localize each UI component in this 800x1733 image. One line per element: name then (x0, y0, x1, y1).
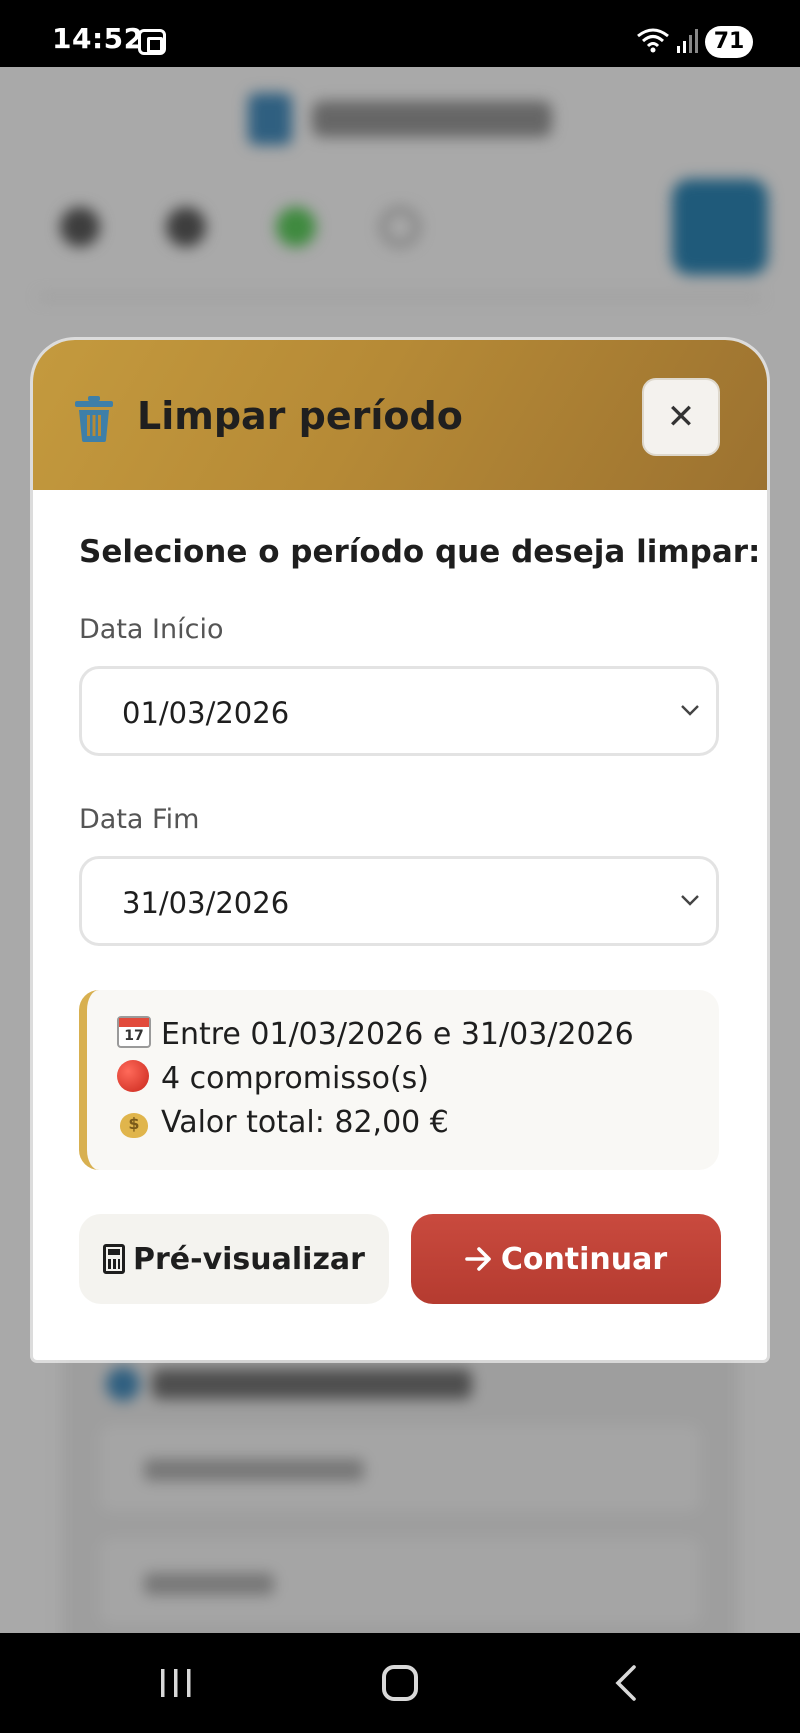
continue-button-label: Continuar (500, 1241, 668, 1277)
summary-count-text: 4 compromisso(s) (161, 1061, 429, 1096)
status-bar: 14:52 71 (0, 0, 800, 67)
arrow-right-icon (465, 1247, 491, 1271)
close-button[interactable]: ✕ (642, 378, 720, 456)
signal-icon (677, 29, 698, 53)
summary-range: Entre 01/03/2026 e 31/03/2026 (117, 1016, 634, 1052)
red-circle-icon (117, 1060, 149, 1092)
home-icon[interactable] (382, 1665, 418, 1701)
trash-icon (75, 396, 113, 442)
clear-period-modal: Limpar período ✕ Selecione o período que… (33, 340, 767, 1360)
chevron-down-icon (681, 705, 699, 716)
add-button-blurred (672, 179, 768, 275)
toolbar-icon (166, 207, 206, 247)
navigation-bar (0, 1633, 800, 1733)
summary-total: Valor total: 82,00 € (117, 1104, 449, 1140)
app-title-blurred (312, 101, 552, 137)
preview-button-label: Pré-visualizar (133, 1241, 365, 1277)
background-field-text (144, 1573, 274, 1595)
modal-subtitle: Selecione o período que deseja limpar: (79, 534, 761, 570)
start-date-value: 01/03/2026 (122, 696, 290, 730)
summary-count: 4 compromisso(s) (117, 1060, 429, 1096)
end-date-select[interactable]: 31/03/2026 (79, 856, 719, 946)
money-bag-icon (117, 1104, 151, 1138)
chevron-down-icon (681, 895, 699, 906)
start-date-label: Data Início (79, 614, 224, 645)
section-icon (106, 1367, 140, 1401)
toolbar-icon (60, 207, 100, 247)
app-logo (248, 93, 292, 145)
screenshot-icon (138, 29, 166, 55)
close-icon: ✕ (666, 397, 696, 437)
recents-icon[interactable] (158, 1667, 194, 1699)
battery-badge: 71 (705, 26, 753, 58)
status-time: 14:52 (52, 22, 144, 55)
modal-title: Limpar período (137, 394, 463, 438)
background-field-text (144, 1459, 364, 1481)
divider (40, 295, 760, 299)
modal-body: Selecione o período que deseja limpar: D… (33, 490, 767, 1360)
back-icon[interactable] (612, 1665, 638, 1701)
start-date-select[interactable]: 01/03/2026 (79, 666, 719, 756)
modal-header: Limpar período ✕ (33, 340, 767, 490)
wifi-icon (637, 28, 669, 53)
summary-range-text: Entre 01/03/2026 e 31/03/2026 (161, 1017, 634, 1052)
section-title-blurred (152, 1369, 472, 1399)
toolbar-icon (276, 207, 316, 247)
preview-button[interactable]: Pré-visualizar (79, 1214, 389, 1304)
summary-box: Entre 01/03/2026 e 31/03/2026 4 compromi… (79, 990, 719, 1170)
summary-total-text: Valor total: 82,00 € (161, 1105, 449, 1140)
calendar-icon (117, 1016, 151, 1048)
continue-button[interactable]: Continuar (411, 1214, 721, 1304)
calculator-icon (103, 1244, 126, 1274)
end-date-label: Data Fim (79, 804, 200, 835)
end-date-value: 31/03/2026 (122, 886, 290, 920)
search-icon (380, 207, 420, 247)
